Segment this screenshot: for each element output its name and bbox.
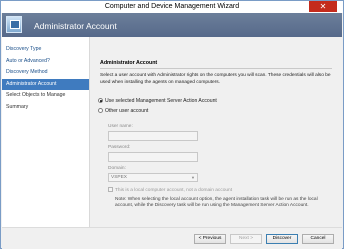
- user-name-input[interactable]: [108, 131, 198, 141]
- user-name-label: User name:: [108, 124, 133, 129]
- close-icon: ✕: [319, 2, 327, 11]
- close-button[interactable]: ✕: [309, 1, 337, 12]
- main-panel: Administrator Account Select a user acco…: [93, 37, 343, 227]
- section-title: Administrator Account: [100, 60, 158, 66]
- section-divider: [100, 68, 332, 69]
- wizard-banner: Administrator Account: [2, 13, 342, 37]
- domain-value: VSPEX: [111, 175, 127, 180]
- local-account-label: This is a local computer account, not a …: [115, 187, 233, 193]
- other-user-account-radio[interactable]: Other user account: [98, 107, 148, 115]
- radio-unchecked-icon: [98, 108, 103, 114]
- wizard-computer-icon: [6, 16, 22, 33]
- cancel-button[interactable]: Cancel: [302, 234, 334, 244]
- title-bar: Computer and Device Management Wizard ✕: [1, 1, 343, 13]
- sidebar-item-discovery-method[interactable]: Discovery Method: [2, 67, 89, 79]
- wizard-window: Computer and Device Management Wizard ✕ …: [0, 0, 344, 249]
- checkbox-icon: [108, 187, 113, 192]
- radio-checked-icon: [98, 98, 103, 104]
- domain-label: Domain:: [108, 166, 126, 171]
- local-account-checkbox[interactable]: This is a local computer account, not a …: [108, 187, 232, 194]
- sidebar-item-select-objects: Select Objects to Manage: [2, 90, 89, 102]
- note-text: Note: When selecting the local account o…: [115, 197, 318, 208]
- banner-title: Administrator Account: [34, 21, 117, 31]
- discover-button[interactable]: Discover: [266, 234, 298, 244]
- sidebar-item-label: Auto or Advanced?: [6, 57, 50, 64]
- sidebar-item-label: Select Objects to Manage: [6, 92, 66, 99]
- previous-button[interactable]: < Previous: [194, 234, 226, 244]
- chevron-down-icon: ▼: [191, 175, 195, 180]
- wizard-steps-sidebar: Discovery Type Auto or Advanced? Discove…: [2, 37, 90, 237]
- sidebar-item-label: Discovery Method: [6, 69, 48, 76]
- sidebar-item-label: Discovery Type: [6, 46, 42, 52]
- next-button[interactable]: Next >: [230, 234, 262, 244]
- sidebar-item-discovery-type[interactable]: Discovery Type: [2, 44, 89, 56]
- sidebar-item-label: Summary: [6, 103, 29, 110]
- domain-select[interactable]: VSPEX ▼: [108, 173, 198, 182]
- password-input[interactable]: [108, 152, 198, 162]
- window-title: Computer and Device Management Wizard: [104, 3, 240, 10]
- sidebar-item-label: Administrator Account: [6, 80, 57, 87]
- wizard-footer: < Previous Next > Discover Cancel: [2, 227, 342, 249]
- sidebar-item-administrator-account[interactable]: Administrator Account: [2, 78, 89, 91]
- sidebar-item-auto-or-advanced[interactable]: Auto or Advanced?: [2, 56, 89, 68]
- description-text: Select a user account with Administrator…: [100, 73, 331, 85]
- use-action-account-radio[interactable]: Use selected Management Server Action Ac…: [98, 97, 217, 105]
- use-action-account-label: Use selected Management Server Action Ac…: [105, 98, 217, 104]
- other-user-account-label: Other user account: [105, 108, 149, 114]
- password-label: Password:: [108, 145, 131, 150]
- sidebar-item-summary: Summary: [2, 102, 89, 114]
